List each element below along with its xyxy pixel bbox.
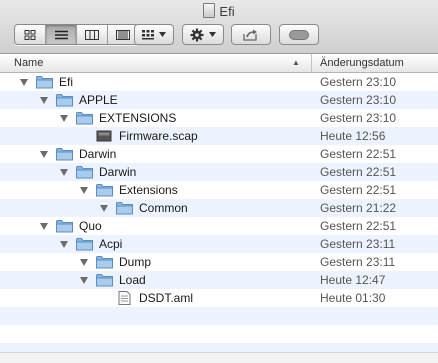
icon-view-button[interactable]: [15, 25, 46, 44]
folder-icon: [56, 148, 73, 161]
disclosure-triangle-icon[interactable]: [100, 205, 108, 212]
file-list: Efi Gestern 23:10 APPLE Gestern 23:10 EXTENS…: [0, 73, 438, 362]
date-modified-column-header[interactable]: Änderungsdatum: [320, 57, 404, 69]
file-name: Quo: [79, 219, 102, 233]
file-name: Acpi: [99, 237, 123, 251]
arrange-grid-icon: [142, 29, 154, 39]
file-date: Gestern 22:51: [320, 147, 397, 161]
disclosure-triangle-icon[interactable]: [80, 187, 88, 194]
list-row[interactable]: Load Heute 12:47: [0, 271, 438, 289]
disclosure-triangle-icon[interactable]: [40, 223, 48, 230]
view-mode-segmented-control: [14, 24, 139, 45]
list-row[interactable]: Darwin Gestern 22:51: [0, 145, 438, 163]
file-name: Darwin: [79, 147, 117, 161]
file-date: Heute 12:56: [320, 129, 386, 143]
list-row[interactable]: Darwin Gestern 22:51: [0, 163, 438, 181]
document-icon: [118, 291, 131, 305]
folder-icon: [36, 76, 53, 89]
share-button[interactable]: [231, 24, 271, 45]
list-row[interactable]: DSDT.aml Heute 01:30: [0, 289, 438, 307]
disclosure-triangle-icon[interactable]: [60, 169, 68, 176]
file-date: Gestern 21:22: [320, 201, 397, 215]
list-row[interactable]: Extensions Gestern 22:51: [0, 181, 438, 199]
disclosure-triangle-icon[interactable]: [60, 115, 68, 122]
file-name: Common: [139, 201, 188, 215]
volume-drive-icon: [203, 3, 216, 18]
list-row[interactable]: Efi Gestern 23:10: [0, 73, 438, 91]
file-date: Heute 12:47: [320, 273, 386, 287]
list-row[interactable]: EXTENSIONS Gestern 23:10: [0, 109, 438, 127]
column-view-button[interactable]: [77, 25, 108, 44]
window-title: Efi: [0, 3, 438, 19]
file-date: Gestern 23:10: [320, 93, 397, 107]
file-date: Gestern 23:11: [320, 255, 396, 269]
name-column-header[interactable]: Name: [14, 57, 43, 69]
finder-window: Efi Name ▲ Änderungsdatum Efi Gestern 23…: [0, 0, 438, 363]
file-date: Gestern 23:11: [320, 237, 396, 251]
list-row[interactable]: Dump Gestern 23:11: [0, 253, 438, 271]
list-view-button[interactable]: [46, 25, 77, 44]
disclosure-triangle-icon[interactable]: [20, 79, 28, 86]
chevron-down-icon: [159, 32, 166, 37]
file-date: Gestern 22:51: [320, 183, 397, 197]
folder-icon: [56, 220, 73, 233]
list-row[interactable]: APPLE Gestern 23:10: [0, 91, 438, 109]
file-date: Gestern 23:10: [320, 111, 397, 125]
column-view-icon: [85, 29, 99, 40]
folder-icon: [56, 94, 73, 107]
tag-icon: [289, 29, 309, 40]
gear-icon: [190, 28, 204, 41]
file-name: Extensions: [119, 183, 178, 197]
file-date: Heute 01:30: [320, 291, 386, 305]
column-header: Name ▲ Änderungsdatum: [0, 54, 438, 73]
file-name: Efi: [59, 75, 74, 89]
folder-icon: [96, 184, 113, 197]
icon-view-icon: [24, 29, 36, 40]
window-title-label: Efi: [219, 4, 235, 19]
disclosure-triangle-icon[interactable]: [80, 259, 88, 266]
share-icon: [243, 29, 257, 41]
file-name: Dump: [119, 255, 152, 269]
folder-icon: [96, 274, 113, 287]
disclosure-triangle-icon[interactable]: [40, 151, 48, 158]
tags-button[interactable]: [279, 24, 319, 45]
disclosure-triangle-icon[interactable]: [80, 277, 88, 284]
list-row[interactable]: Acpi Gestern 23:11: [0, 235, 438, 253]
list-row[interactable]: Common Gestern 21:22: [0, 199, 438, 217]
list-row[interactable]: Quo Gestern 22:51: [0, 217, 438, 235]
file-name: EXTENSIONS: [99, 111, 177, 125]
file-name: DSDT.aml: [139, 291, 194, 305]
disclosure-triangle-icon[interactable]: [60, 241, 68, 248]
file-date: Gestern 22:51: [320, 165, 397, 179]
chevron-down-icon: [209, 32, 216, 37]
folder-icon: [96, 256, 113, 269]
folder-icon: [116, 202, 133, 215]
empty-row: [0, 325, 438, 343]
empty-row: [0, 307, 438, 325]
toolbar: Efi: [0, 0, 438, 54]
list-view-icon: [54, 30, 68, 39]
file-name: Darwin: [99, 165, 137, 179]
folder-icon: [76, 166, 93, 179]
file-date: Gestern 22:51: [320, 219, 397, 233]
file-name: Load: [119, 273, 146, 287]
arrange-button[interactable]: [134, 24, 174, 45]
firmware-file-icon: [96, 130, 112, 142]
file-date: Gestern 23:10: [320, 75, 397, 89]
list-row[interactable]: Firmware.scap Heute 12:56: [0, 127, 438, 145]
horizontal-scrollbar[interactable]: [0, 352, 438, 363]
action-button[interactable]: [182, 24, 224, 45]
disclosure-triangle-icon[interactable]: [40, 97, 48, 104]
folder-icon: [76, 112, 93, 125]
sort-ascending-icon[interactable]: ▲: [292, 58, 300, 67]
cover-flow-icon: [116, 29, 130, 40]
column-divider[interactable]: [311, 54, 312, 72]
folder-icon: [76, 238, 93, 251]
file-name: Firmware.scap: [119, 129, 198, 143]
file-name: APPLE: [79, 93, 118, 107]
